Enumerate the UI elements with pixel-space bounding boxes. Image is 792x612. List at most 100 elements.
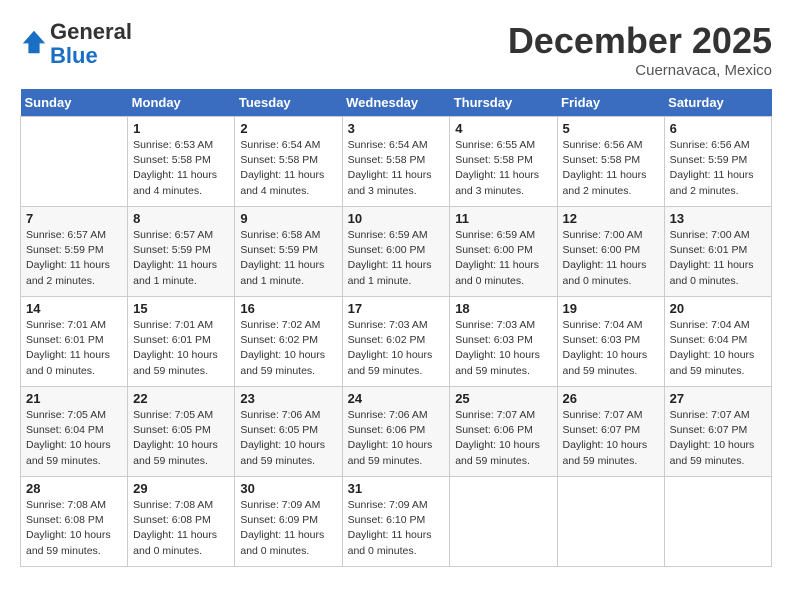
day-number: 11	[455, 211, 551, 226]
calendar-week-row: 1Sunrise: 6:53 AMSunset: 5:58 PMDaylight…	[21, 117, 772, 207]
day-number: 19	[563, 301, 659, 316]
calendar-cell: 25Sunrise: 7:07 AMSunset: 6:06 PMDayligh…	[450, 387, 557, 477]
calendar-cell: 23Sunrise: 7:06 AMSunset: 6:05 PMDayligh…	[235, 387, 342, 477]
day-number: 28	[26, 481, 122, 496]
day-number: 30	[240, 481, 336, 496]
day-info: Sunrise: 7:09 AMSunset: 6:10 PMDaylight:…	[348, 498, 445, 559]
day-info: Sunrise: 7:05 AMSunset: 6:05 PMDaylight:…	[133, 408, 229, 469]
day-info: Sunrise: 7:03 AMSunset: 6:02 PMDaylight:…	[348, 318, 445, 379]
calendar-week-row: 28 Sunrise: 7:08 AMSunset: 6:08 PMDayligh…	[21, 477, 772, 567]
calendar-cell: 5Sunrise: 6:56 AMSunset: 5:58 PMDaylight…	[557, 117, 664, 207]
logo-text: General Blue	[50, 20, 132, 68]
day-info: Sunrise: 6:54 AMSunset: 5:58 PMDaylight:…	[240, 138, 336, 199]
day-number: 4	[455, 121, 551, 136]
day-info: Sunrise: 7:03 AMSunset: 6:03 PMDaylight:…	[455, 318, 551, 379]
day-number: 23	[240, 391, 336, 406]
weekday-header-saturday: Saturday	[664, 89, 771, 117]
day-number: 6	[670, 121, 766, 136]
day-number: 22	[133, 391, 229, 406]
calendar-header: SundayMondayTuesdayWednesdayThursdayFrid…	[21, 89, 772, 117]
day-info: Sunrise: 6:59 AMSunset: 6:00 PMDaylight:…	[348, 228, 445, 289]
calendar-cell: 2 Sunrise: 6:54 AMSunset: 5:58 PMDaylight…	[235, 117, 342, 207]
day-number: 13	[670, 211, 766, 226]
calendar-cell: 9 Sunrise: 6:58 AMSunset: 5:59 PMDaylight…	[235, 207, 342, 297]
day-number: 1	[133, 121, 229, 136]
calendar-cell: 19 Sunrise: 7:04 AMSunset: 6:03 PMDayligh…	[557, 297, 664, 387]
day-number: 29	[133, 481, 229, 496]
day-info: Sunrise: 6:55 AMSunset: 5:58 PMDaylight:…	[455, 138, 551, 199]
day-number: 14	[26, 301, 122, 316]
day-number: 17	[348, 301, 445, 316]
day-info: Sunrise: 6:58 AMSunset: 5:59 PMDaylight:…	[240, 228, 336, 289]
calendar-cell: 15 Sunrise: 7:01 AMSunset: 6:01 PMDayligh…	[128, 297, 235, 387]
calendar-cell: 18 Sunrise: 7:03 AMSunset: 6:03 PMDayligh…	[450, 297, 557, 387]
calendar-cell: 29 Sunrise: 7:08 AMSunset: 6:08 PMDayligh…	[128, 477, 235, 567]
calendar-week-row: 7 Sunrise: 6:57 AMSunset: 5:59 PMDaylight…	[21, 207, 772, 297]
calendar-cell: 20 Sunrise: 7:04 AMSunset: 6:04 PMDayligh…	[664, 297, 771, 387]
calendar-cell: 22 Sunrise: 7:05 AMSunset: 6:05 PMDayligh…	[128, 387, 235, 477]
calendar-cell	[450, 477, 557, 567]
day-number: 15	[133, 301, 229, 316]
day-info: Sunrise: 6:57 AMSunset: 5:59 PMDaylight:…	[133, 228, 229, 289]
weekday-header-tuesday: Tuesday	[235, 89, 342, 117]
day-number: 2	[240, 121, 336, 136]
day-number: 9	[240, 211, 336, 226]
location: Cuernavaca, Mexico	[508, 62, 772, 79]
weekday-header-sunday: Sunday	[21, 89, 128, 117]
day-info: Sunrise: 7:00 AMSunset: 6:00 PMDaylight:…	[563, 228, 659, 289]
day-number: 7	[26, 211, 122, 226]
day-number: 21	[26, 391, 122, 406]
weekday-header-monday: Monday	[128, 89, 235, 117]
calendar-cell: 26Sunrise: 7:07 AMSunset: 6:07 PMDayligh…	[557, 387, 664, 477]
day-info: Sunrise: 7:02 AMSunset: 6:02 PMDaylight:…	[240, 318, 336, 379]
calendar-cell: 28Sunrise: 7:08 AMSunset: 6:08 PMDayligh…	[21, 477, 128, 567]
calendar-cell: 16 Sunrise: 7:02 AMSunset: 6:02 PMDayligh…	[235, 297, 342, 387]
calendar-cell: 17 Sunrise: 7:03 AMSunset: 6:02 PMDayligh…	[342, 297, 450, 387]
weekday-header-friday: Friday	[557, 89, 664, 117]
title-block: December 2025 Cuernavaca, Mexico	[508, 20, 772, 79]
day-info: Sunrise: 7:01 AMSunset: 6:01 PMDaylight:…	[26, 318, 122, 379]
day-info: Sunrise: 7:08 AMSunset: 6:08 PMDaylight:…	[133, 498, 229, 559]
calendar-cell: 21 Sunrise: 7:05 AMSunset: 6:04 PMDayligh…	[21, 387, 128, 477]
calendar-cell: 3Sunrise: 6:54 AMSunset: 5:58 PMDaylight…	[342, 117, 450, 207]
calendar-cell: 1Sunrise: 6:53 AMSunset: 5:58 PMDaylight…	[128, 117, 235, 207]
day-number: 27	[670, 391, 766, 406]
calendar-cell: 6 Sunrise: 6:56 AMSunset: 5:59 PMDaylight…	[664, 117, 771, 207]
calendar-cell	[557, 477, 664, 567]
day-info: Sunrise: 7:00 AMSunset: 6:01 PMDaylight:…	[670, 228, 766, 289]
calendar-cell	[21, 117, 128, 207]
day-info: Sunrise: 7:04 AMSunset: 6:03 PMDaylight:…	[563, 318, 659, 379]
calendar-cell: 13 Sunrise: 7:00 AMSunset: 6:01 PMDayligh…	[664, 207, 771, 297]
day-info: Sunrise: 7:04 AMSunset: 6:04 PMDaylight:…	[670, 318, 766, 379]
day-number: 12	[563, 211, 659, 226]
day-info: Sunrise: 6:57 AMSunset: 5:59 PMDaylight:…	[26, 228, 122, 289]
month-title: December 2025	[508, 20, 772, 62]
day-number: 20	[670, 301, 766, 316]
day-info: Sunrise: 6:56 AMSunset: 5:58 PMDaylight:…	[563, 138, 659, 199]
day-info: Sunrise: 7:06 AMSunset: 6:06 PMDaylight:…	[348, 408, 445, 469]
day-info: Sunrise: 7:01 AMSunset: 6:01 PMDaylight:…	[133, 318, 229, 379]
day-number: 18	[455, 301, 551, 316]
calendar-week-row: 21 Sunrise: 7:05 AMSunset: 6:04 PMDayligh…	[21, 387, 772, 477]
logo-icon	[20, 28, 48, 56]
day-number: 25	[455, 391, 551, 406]
calendar-cell: 24Sunrise: 7:06 AMSunset: 6:06 PMDayligh…	[342, 387, 450, 477]
day-info: Sunrise: 6:59 AMSunset: 6:00 PMDaylight:…	[455, 228, 551, 289]
day-number: 16	[240, 301, 336, 316]
calendar-week-row: 14 Sunrise: 7:01 AMSunset: 6:01 PMDayligh…	[21, 297, 772, 387]
day-info: Sunrise: 7:09 AMSunset: 6:09 PMDaylight:…	[240, 498, 336, 559]
calendar-cell: 8 Sunrise: 6:57 AMSunset: 5:59 PMDaylight…	[128, 207, 235, 297]
day-number: 31	[348, 481, 445, 496]
page-header: General Blue December 2025 Cuernavaca, M…	[20, 20, 772, 79]
day-info: Sunrise: 6:56 AMSunset: 5:59 PMDaylight:…	[670, 138, 766, 199]
day-info: Sunrise: 7:05 AMSunset: 6:04 PMDaylight:…	[26, 408, 122, 469]
calendar-cell: 7 Sunrise: 6:57 AMSunset: 5:59 PMDaylight…	[21, 207, 128, 297]
weekday-header-wednesday: Wednesday	[342, 89, 450, 117]
calendar-table: SundayMondayTuesdayWednesdayThursdayFrid…	[20, 89, 772, 567]
day-number: 8	[133, 211, 229, 226]
calendar-cell: 14 Sunrise: 7:01 AMSunset: 6:01 PMDayligh…	[21, 297, 128, 387]
calendar-cell: 12 Sunrise: 7:00 AMSunset: 6:00 PMDayligh…	[557, 207, 664, 297]
weekday-header-thursday: Thursday	[450, 89, 557, 117]
calendar-cell	[664, 477, 771, 567]
day-number: 3	[348, 121, 445, 136]
